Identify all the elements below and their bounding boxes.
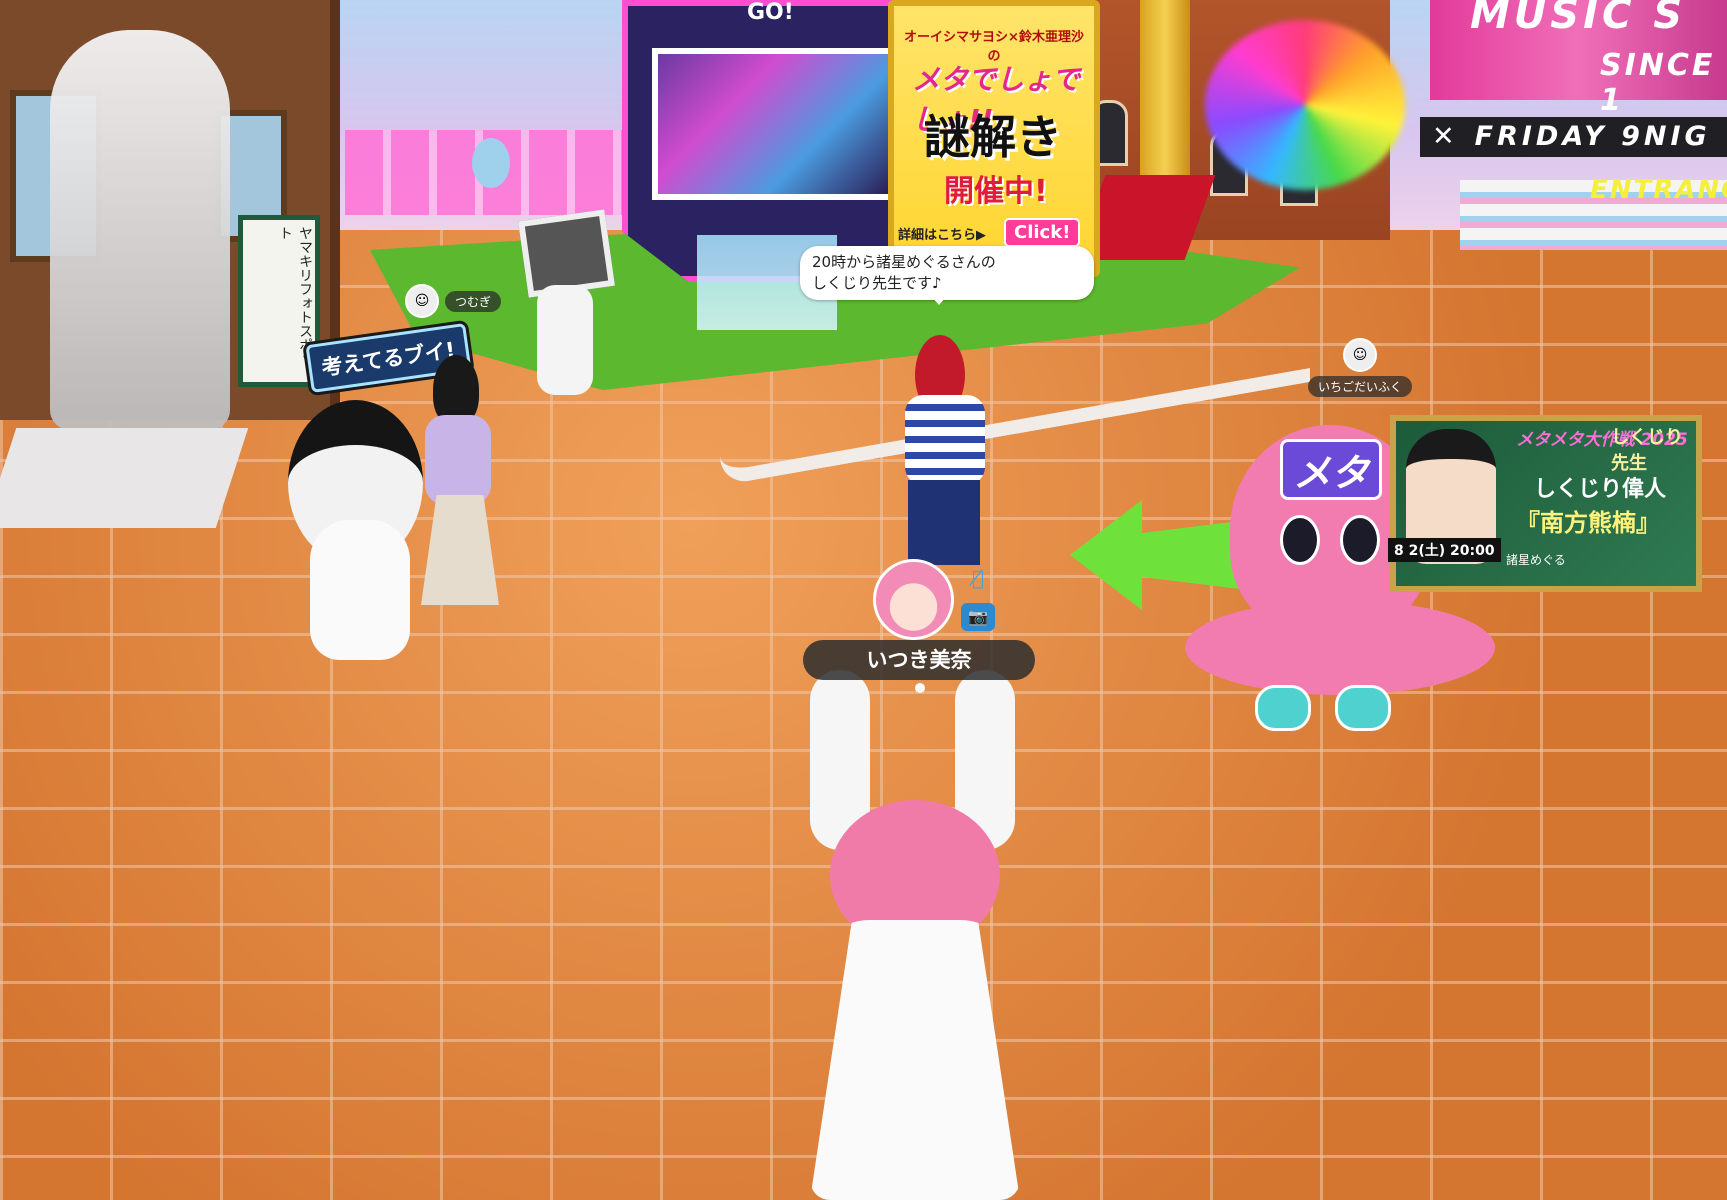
event-poster-more: 詳細はこちら▶ <box>898 228 986 243</box>
nametag-pointer <box>915 683 925 693</box>
nazotoki-event-poster[interactable]: オーイシマサヨシ×鈴木亜理沙の メタでしょでしょ!! 謎解き 開催中! 詳細はこ… <box>888 0 1100 277</box>
statue-plinth <box>0 428 249 528</box>
ichigo-name: いちごだいふく <box>1308 376 1413 397</box>
avatar-top <box>425 415 491 505</box>
panda-body <box>310 520 410 660</box>
friday-night-bar: ✕ FRIDAY 9NIG <box>1420 117 1727 157</box>
player-avatar-icon[interactable] <box>873 559 954 640</box>
poster-teacher: しくじり先生 <box>1611 427 1683 474</box>
event-poster-status: 開催中! <box>944 174 1048 209</box>
player-name: いつき美奈 <box>803 640 1035 680</box>
npc-speech-bubble: 20時から諸星めぐるさんの しくじり先生です♪ <box>800 246 1094 305</box>
avatar-body <box>537 285 593 395</box>
avatar-skirt <box>421 495 499 605</box>
event-poster-big: 謎解き <box>924 110 1062 164</box>
redhair-npc-avatar[interactable] <box>890 335 1000 565</box>
friday-bar-label: FRIDAY 9NIG <box>1474 121 1711 152</box>
poster-date: 8 2(土) 20:00 <box>1388 538 1501 562</box>
music-banner: MUSIC S SINCE 1 <box>1430 0 1727 118</box>
music-banner-title: MUSIC S <box>1470 0 1687 38</box>
statue-figure[interactable] <box>50 30 230 430</box>
octopus-eye <box>1280 515 1320 565</box>
ponytail-girl-avatar[interactable] <box>415 355 505 645</box>
event-click-button[interactable]: Click! <box>1004 218 1081 247</box>
bunny-dress <box>810 920 1020 1200</box>
nametag-tsumugi[interactable]: ☺ つむぎ <box>405 284 502 318</box>
gold-pillar <box>1140 0 1190 190</box>
tower-screen[interactable] <box>652 48 896 200</box>
music-banner-subtitle: SINCE 1 <box>1600 48 1716 118</box>
mic-muted-icon[interactable]: 🎙̸ <box>963 565 993 591</box>
go-label: GO! <box>747 0 794 25</box>
poster-host: 諸星めぐる <box>1506 553 1566 567</box>
player-nametag[interactable]: 🎙̸ 📷 いつき美奈 <box>803 555 1035 693</box>
close-x-icon: ✕ <box>1432 121 1459 152</box>
avatar-pants <box>908 480 980 565</box>
poster-line-2: 『南方熊楠』 <box>1516 509 1660 537</box>
tsumugi-name: つむぎ <box>445 290 502 312</box>
octopus-label: メタ <box>1280 439 1383 500</box>
entrance-label: ENTRANC <box>1590 175 1727 205</box>
octopus-shoe <box>1255 685 1311 731</box>
octopus-shoe <box>1335 685 1391 731</box>
nametag-ichigo[interactable]: ☺ いちごだいふく <box>1308 338 1413 397</box>
striped-shirt <box>905 395 985 485</box>
metaverse-scene[interactable]: ヤマキリフォトスポット MUSIC S SINCE 1 ✕ FRIDAY 9NIG… <box>0 0 1727 1200</box>
panda-avatar[interactable] <box>280 370 430 670</box>
tsumugi-avatar-icon: ☺ <box>405 284 439 318</box>
paint-splash-decoration <box>1205 20 1405 190</box>
camera-icon[interactable]: 📷 <box>961 603 995 631</box>
ichigo-avatar-icon: ☺ <box>1343 338 1377 372</box>
player-bunny-avatar[interactable] <box>770 670 1060 1200</box>
balloon <box>472 138 510 188</box>
octopus-tentacles <box>1185 600 1495 695</box>
speech-line-2: しくじり先生です♪ <box>812 274 942 292</box>
poster-line-1: しくじり偉人 <box>1534 477 1667 502</box>
shikujiri-sensei-poster[interactable]: メタメタ大作戦 2025 しくじり先生 しくじり偉人 『南方熊楠』 8 2(土)… <box>1388 415 1702 592</box>
box-head-avatar[interactable] <box>515 209 615 405</box>
octopus-eye <box>1340 515 1380 565</box>
speech-line-1: 20時から諸星めぐるさんの <box>812 253 996 271</box>
